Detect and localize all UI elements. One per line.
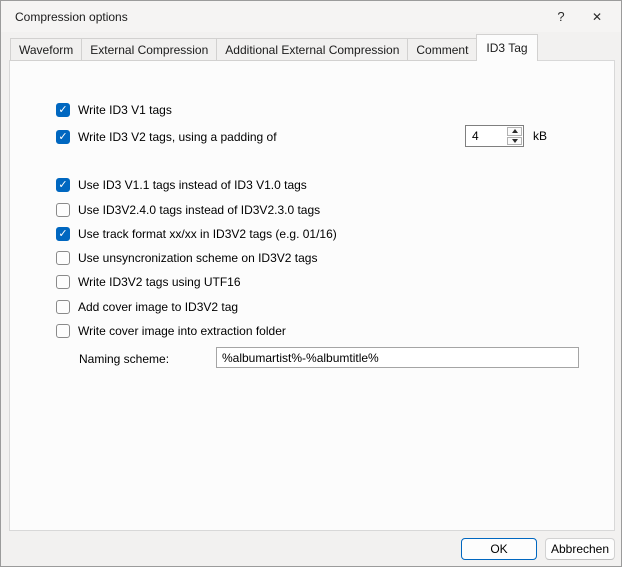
checkbox-row-use-id3v11[interactable]: Use ID3 V1.1 tags instead of ID3 V1.0 ta… [56,177,307,193]
tab-label: ID3 Tag [486,41,527,55]
checkbox-label: Add cover image to ID3V2 tag [78,300,238,314]
checkbox[interactable] [56,275,70,289]
tab-label: Comment [416,43,468,57]
spinner-buttons [506,126,523,146]
tab-label: External Compression [90,43,208,57]
checkbox-row-use-id3v240[interactable]: Use ID3V2.4.0 tags instead of ID3V2.3.0 … [56,202,320,218]
checkbox[interactable] [56,300,70,314]
padding-spinner-group: kB [465,125,547,147]
tab-external-compression[interactable]: External Compression [81,38,217,61]
checkbox-row-write-id3v1[interactable]: Write ID3 V1 tags [56,102,172,118]
checkbox-label: Write ID3 V2 tags, using a padding of [78,130,277,144]
checkbox-row-write-cover-image[interactable]: Write cover image into extraction folder [56,323,286,339]
tab-waveform[interactable]: Waveform [10,38,82,61]
checkbox[interactable] [56,203,70,217]
checkbox-row-utf16[interactable]: Write ID3V2 tags using UTF16 [56,274,241,290]
checkbox[interactable] [56,178,70,192]
padding-spinner [465,125,524,147]
close-icon[interactable]: ✕ [579,1,615,32]
cancel-button[interactable]: Abbrechen [545,538,615,560]
checkbox-row-add-cover-image[interactable]: Add cover image to ID3V2 tag [56,299,238,315]
tab-id3-tag[interactable]: ID3 Tag [476,34,537,61]
arrow-up-icon [512,129,518,133]
titlebar-buttons: ? ✕ [543,1,621,32]
title-bar: Compression options ? ✕ [1,1,621,32]
checkbox[interactable] [56,103,70,117]
window-title: Compression options [1,10,128,24]
tab-additional-external-compression[interactable]: Additional External Compression [216,38,408,61]
checkbox-label: Write ID3V2 tags using UTF16 [78,275,241,289]
checkbox-label: Write cover image into extraction folder [78,324,286,338]
tab-label: Waveform [19,43,73,57]
checkbox-row-unsyncronization[interactable]: Use unsyncronization scheme on ID3V2 tag… [56,250,317,266]
naming-scheme-label: Naming scheme: [79,352,169,366]
naming-scheme-input[interactable] [216,347,579,368]
checkbox-label: Write ID3 V1 tags [78,103,172,117]
compression-options-dialog: Compression options ? ✕ Waveform Externa… [0,0,622,567]
padding-unit-label: kB [533,129,547,143]
help-icon[interactable]: ? [543,1,579,32]
checkbox-label: Use track format xx/xx in ID3V2 tags (e.… [78,227,337,241]
tab-label: Additional External Compression [225,43,399,57]
checkbox-row-track-format[interactable]: Use track format xx/xx in ID3V2 tags (e.… [56,226,337,242]
tab-comment[interactable]: Comment [407,38,477,61]
checkbox-label: Use ID3 V1.1 tags instead of ID3 V1.0 ta… [78,178,307,192]
checkbox[interactable] [56,130,70,144]
checkbox-row-write-id3v2[interactable]: Write ID3 V2 tags, using a padding of [56,129,277,145]
spinner-up-button[interactable] [507,127,522,136]
arrow-down-icon [512,139,518,143]
checkbox-label: Use unsyncronization scheme on ID3V2 tag… [78,251,317,265]
checkbox-label: Use ID3V2.4.0 tags instead of ID3V2.3.0 … [78,203,320,217]
checkbox[interactable] [56,251,70,265]
checkbox[interactable] [56,324,70,338]
padding-value-input[interactable] [466,126,506,146]
tab-strip: Waveform External Compression Additional… [10,34,538,61]
spinner-down-button[interactable] [507,137,522,146]
checkbox[interactable] [56,227,70,241]
ok-button[interactable]: OK [461,538,537,560]
